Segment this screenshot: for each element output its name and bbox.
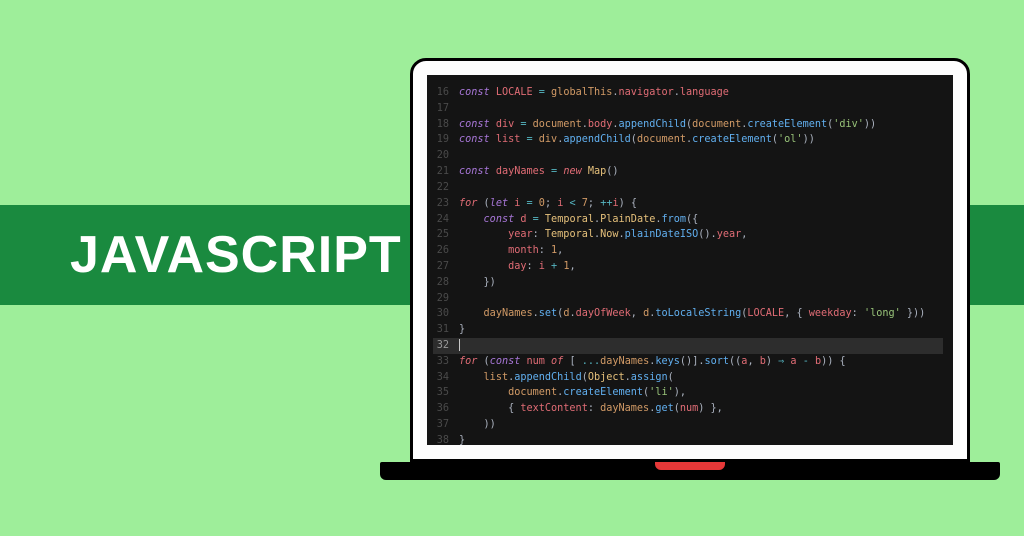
code-line[interactable]: 19const list = div.appendChild(document.… [433, 132, 943, 148]
code-line[interactable]: 32 [433, 338, 943, 354]
line-number: 17 [433, 101, 459, 117]
laptop-illustration: 16const LOCALE = globalThis.navigator.la… [400, 58, 980, 480]
laptop-bezel: 16const LOCALE = globalThis.navigator.la… [410, 58, 970, 462]
line-number: 36 [433, 401, 459, 417]
line-number: 22 [433, 180, 459, 196]
code-line[interactable]: 25 year: Temporal.Now.plainDateISO().yea… [433, 227, 943, 243]
code-content: day: i + 1, [459, 259, 576, 275]
code-line[interactable]: 37 )) [433, 417, 943, 433]
line-number: 27 [433, 259, 459, 275]
code-line[interactable]: 28 }) [433, 275, 943, 291]
code-line[interactable]: 23for (let i = 0; i < 7; ++i) { [433, 196, 943, 212]
code-line[interactable]: 31} [433, 322, 943, 338]
code-content [459, 338, 460, 354]
line-number: 30 [433, 306, 459, 322]
code-content: const dayNames = new Map() [459, 164, 619, 180]
line-number: 32 [433, 338, 459, 354]
line-number: 20 [433, 148, 459, 164]
line-number: 26 [433, 243, 459, 259]
line-number: 21 [433, 164, 459, 180]
code-line[interactable]: 33for (const num of [ ...dayNames.keys()… [433, 354, 943, 370]
banner-title: JAVASCRIPT [70, 225, 402, 285]
code-content: )) [459, 417, 496, 433]
code-line[interactable]: 30 dayNames.set(d.dayOfWeek, d.toLocaleS… [433, 306, 943, 322]
code-line[interactable]: 18const div = document.body.appendChild(… [433, 117, 943, 133]
line-number: 18 [433, 117, 459, 133]
code-line[interactable]: 38} [433, 433, 943, 445]
code-content: for (let i = 0; i < 7; ++i) { [459, 196, 637, 212]
code-line[interactable]: 21const dayNames = new Map() [433, 164, 943, 180]
line-number: 33 [433, 354, 459, 370]
code-line[interactable]: 35 document.createElement('li'), [433, 385, 943, 401]
line-number: 31 [433, 322, 459, 338]
laptop-notch [655, 462, 725, 470]
code-content: } [459, 322, 465, 338]
code-line[interactable]: 29 [433, 291, 943, 307]
code-content: list.appendChild(Object.assign( [459, 370, 674, 386]
line-number: 29 [433, 291, 459, 307]
line-number: 35 [433, 385, 459, 401]
line-number: 16 [433, 85, 459, 101]
code-line[interactable]: 22 [433, 180, 943, 196]
code-content: dayNames.set(d.dayOfWeek, d.toLocaleStri… [459, 306, 925, 322]
line-number: 25 [433, 227, 459, 243]
code-line[interactable]: 17 [433, 101, 943, 117]
code-line[interactable]: 27 day: i + 1, [433, 259, 943, 275]
code-line[interactable]: 20 [433, 148, 943, 164]
code-line[interactable]: 24 const d = Temporal.PlainDate.from({ [433, 212, 943, 228]
line-number: 19 [433, 132, 459, 148]
line-number: 28 [433, 275, 459, 291]
code-content: year: Temporal.Now.plainDateISO().year, [459, 227, 747, 243]
code-content: const list = div.appendChild(document.cr… [459, 132, 815, 148]
code-content: document.createElement('li'), [459, 385, 686, 401]
line-number: 34 [433, 370, 459, 386]
code-content: const d = Temporal.PlainDate.from({ [459, 212, 698, 228]
code-line[interactable]: 34 list.appendChild(Object.assign( [433, 370, 943, 386]
code-content: }) [459, 275, 496, 291]
line-number: 24 [433, 212, 459, 228]
line-number: 38 [433, 433, 459, 445]
code-content: for (const num of [ ...dayNames.keys()].… [459, 354, 846, 370]
code-editor[interactable]: 16const LOCALE = globalThis.navigator.la… [427, 75, 953, 445]
code-line[interactable]: 26 month: 1, [433, 243, 943, 259]
code-content: const LOCALE = globalThis.navigator.lang… [459, 85, 729, 101]
code-line[interactable]: 36 { textContent: dayNames.get(num) }, [433, 401, 943, 417]
code-content: { textContent: dayNames.get(num) }, [459, 401, 723, 417]
line-number: 23 [433, 196, 459, 212]
laptop-base [380, 462, 1000, 480]
code-content: month: 1, [459, 243, 563, 259]
line-number: 37 [433, 417, 459, 433]
code-content: const div = document.body.appendChild(do… [459, 117, 876, 133]
code-content: } [459, 433, 465, 445]
code-line[interactable]: 16const LOCALE = globalThis.navigator.la… [433, 85, 943, 101]
